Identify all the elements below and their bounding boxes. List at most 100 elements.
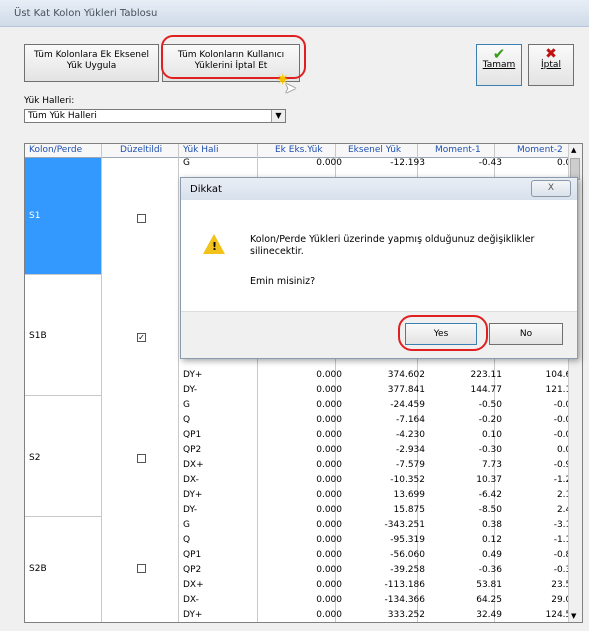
group-label: S2 <box>29 453 41 463</box>
load-cases-value: Tüm Yük Halleri <box>28 111 97 121</box>
extra-axial-cell: 0.000 <box>316 505 342 515</box>
axial-load-cell: -7.579 <box>395 460 425 470</box>
axial-load-cell: -343.251 <box>384 520 425 530</box>
load-case-cell: DY- <box>183 505 198 515</box>
group-cell-s2[interactable]: S2 <box>25 396 101 517</box>
load-case-cell: DX- <box>183 475 199 485</box>
load-cases-select[interactable]: Tüm Yük Halleri ▼ <box>24 109 286 123</box>
axial-load-cell: -2.934 <box>395 445 425 455</box>
checkbox-s2[interactable] <box>137 454 146 463</box>
load-case-cell: DY+ <box>183 610 203 620</box>
col-header-ek-eks[interactable]: Ek Eks.Yük <box>275 145 323 155</box>
no-button[interactable]: No <box>489 323 563 345</box>
scroll-up-icon[interactable]: ▲ <box>571 146 576 154</box>
ok-button[interactable]: ✔ Tamam <box>476 44 522 86</box>
load-case-cell: QP2 <box>183 445 202 455</box>
dialog-message: Kolon/Perde Yükleri üzerinde yapmış oldu… <box>250 234 535 257</box>
check-icon: ✔ <box>492 45 506 63</box>
extra-axial-cell: 0.000 <box>316 595 342 605</box>
group-label: S1 <box>29 211 41 221</box>
load-case-cell: Q <box>183 535 191 545</box>
col-header-moment2[interactable]: Moment-2 <box>517 145 563 155</box>
axial-load-cell: -134.366 <box>384 595 425 605</box>
window-title: Üst Kat Kolon Yükleri Tablosu <box>14 8 158 19</box>
dialog-question: Emin misiniz? <box>250 276 316 287</box>
apply-extra-axial-button[interactable]: Tüm Kolonlara Ek Eksenel Yük Uygula <box>24 44 159 82</box>
extra-axial-cell: 0.000 <box>316 445 342 455</box>
col-header-duzeltildi[interactable]: Düzeltildi <box>120 145 162 155</box>
moment1-cell: -0.50 <box>478 400 502 410</box>
axial-load-cell: 333.252 <box>387 610 425 620</box>
col-header-eksenel[interactable]: Eksenel Yük <box>348 145 401 155</box>
group-label: S1B <box>29 331 47 341</box>
moment1-cell: 32.49 <box>476 610 502 620</box>
dialog-close-button[interactable]: X <box>531 180 571 197</box>
moment1-cell: -0.43 <box>478 158 502 168</box>
title-bar: Üst Kat Kolon Yükleri Tablosu <box>0 0 589 27</box>
cancel-label: İptal <box>541 60 561 70</box>
col-header-yuk-hali[interactable]: Yük Hali <box>183 145 219 155</box>
axial-load-cell: -56.060 <box>390 550 425 560</box>
extra-axial-cell: 0.000 <box>316 550 342 560</box>
confirm-dialog: Dikkat X ! Kolon/Perde Yükleri üzerinde … <box>180 177 578 359</box>
col-header-moment1[interactable]: Moment-1 <box>435 145 481 155</box>
load-case-cell: DX- <box>183 595 199 605</box>
moment1-cell: 0.12 <box>481 535 502 545</box>
group-label: S2B <box>29 564 47 574</box>
axial-load-cell: -7.164 <box>395 415 425 425</box>
moment1-cell: 223.11 <box>470 370 503 380</box>
dialog-footer: Yes No <box>181 311 577 358</box>
extra-axial-cell: 0.000 <box>316 370 342 380</box>
dialog-title: Dikkat <box>190 184 222 195</box>
axial-load-cell: -10.352 <box>390 475 425 485</box>
group-cell-s1b[interactable]: S1B <box>25 275 101 396</box>
axial-load-cell: -24.459 <box>390 400 425 410</box>
load-case-cell: DY- <box>183 385 198 395</box>
moment1-cell: -0.30 <box>478 445 502 455</box>
group-cell-s1[interactable]: S1 <box>25 158 101 275</box>
warning-mark: ! <box>212 240 218 253</box>
cancel-button[interactable]: ✖ İptal <box>528 44 574 86</box>
moment1-cell: -0.36 <box>478 565 502 575</box>
cross-icon: ✖ <box>545 46 557 62</box>
moment1-cell: 144.77 <box>470 385 503 395</box>
moment1-cell: -0.20 <box>478 415 502 425</box>
load-case-cell: QP2 <box>183 565 202 575</box>
extra-axial-cell: 0.000 <box>316 460 342 470</box>
axial-load-cell: 377.841 <box>387 385 425 395</box>
load-case-cell: DY+ <box>183 490 203 500</box>
axial-load-cell: -95.319 <box>390 535 425 545</box>
moment1-cell: 7.73 <box>481 460 502 470</box>
mouse-pointer-icon: ➤ <box>284 79 297 97</box>
highlight-oval <box>398 315 488 351</box>
load-case-cell: G <box>183 158 190 168</box>
axial-load-cell: -113.186 <box>384 580 425 590</box>
table-header: Kolon/Perde Düzeltildi Yük Hali Ek Eks.Y… <box>25 144 570 158</box>
extra-axial-cell: 0.000 <box>316 158 342 168</box>
extra-axial-cell: 0.000 <box>316 565 342 575</box>
scroll-down-icon[interactable]: ▼ <box>571 612 576 620</box>
extra-axial-cell: 0.000 <box>316 475 342 485</box>
extra-axial-cell: 0.000 <box>316 580 342 590</box>
axial-load-cell: 374.602 <box>387 370 425 380</box>
axial-load-cell: -4.230 <box>395 430 425 440</box>
load-case-cell: DX+ <box>183 460 204 470</box>
extra-axial-cell: 0.000 <box>316 535 342 545</box>
checkbox-s1b[interactable]: ✓ <box>137 333 146 342</box>
extra-axial-cell: 0.000 <box>316 385 342 395</box>
axial-load-cell: 13.699 <box>393 490 426 500</box>
moment1-cell: -8.50 <box>478 505 502 515</box>
checkbox-s1[interactable] <box>137 214 146 223</box>
extra-axial-cell: 0.000 <box>316 490 342 500</box>
moment1-cell: 0.49 <box>481 550 502 560</box>
moment1-cell: 10.37 <box>476 475 502 485</box>
moment1-cell: 0.10 <box>481 430 502 440</box>
col-header-kolon[interactable]: Kolon/Perde <box>29 145 82 155</box>
extra-axial-cell: 0.000 <box>316 400 342 410</box>
chevron-down-icon[interactable]: ▼ <box>271 110 285 122</box>
dialog-title-bar: Dikkat X <box>181 178 577 200</box>
checkbox-s2b[interactable] <box>137 564 146 573</box>
load-cases-label: Yük Halleri: <box>24 96 75 106</box>
group-cell-s2b[interactable]: S2B <box>25 517 101 622</box>
extra-axial-cell: 0.000 <box>316 415 342 425</box>
